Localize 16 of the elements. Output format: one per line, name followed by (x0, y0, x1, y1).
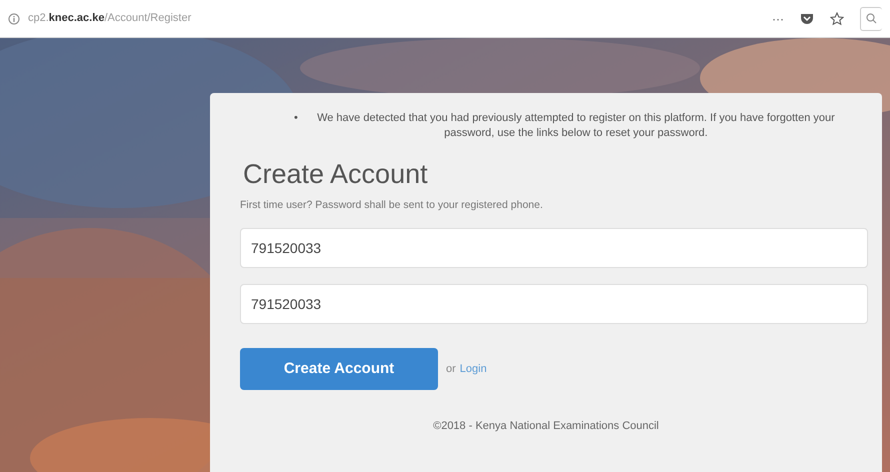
info-icon[interactable] (8, 12, 20, 24)
star-icon[interactable] (830, 12, 844, 26)
page-title: Create Account (243, 158, 429, 190)
search-icon (866, 13, 877, 24)
footer-text: ©2018 - Kenya National Examinations Council (432, 418, 660, 434)
search-field[interactable] (860, 6, 882, 30)
menu-icon[interactable]: ··· (772, 10, 784, 28)
pocket-icon[interactable] (800, 12, 814, 24)
create-account-button[interactable]: Create Account (240, 348, 438, 390)
url-text[interactable]: cp2.knec.ac.ke/Account/Register (28, 10, 192, 27)
input-field[interactable]: 791520033 (240, 284, 868, 324)
input-field[interactable]: 791520033 (240, 228, 868, 268)
or-text: or (446, 362, 456, 377)
bullet-icon: • (294, 111, 298, 142)
notice-text: We have detected that you had previously attempted to register on this platform. If you have forgotten your password, use the links below to reset your password. (316, 111, 836, 142)
subtitle-text: First time user? Password shall be sent to your registered phone. (240, 198, 544, 214)
